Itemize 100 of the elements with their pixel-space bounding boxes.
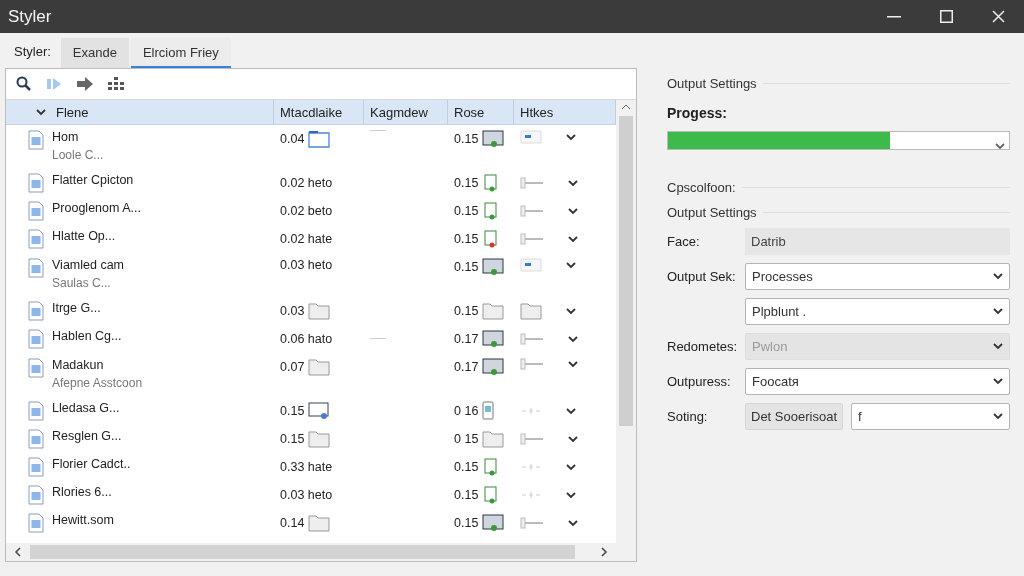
dots-icon xyxy=(520,491,542,499)
field-label: Face: xyxy=(667,234,701,249)
folder-icon xyxy=(308,514,331,532)
table-cell: 0.02 heto xyxy=(280,176,333,190)
file-name[interactable]: Lledasa G... xyxy=(52,401,120,415)
text-field[interactable]: Datrib xyxy=(745,228,1010,255)
scroll-right-icon[interactable] xyxy=(600,547,608,557)
monitor-icon xyxy=(308,402,331,420)
dropdown-field[interactable]: Processes xyxy=(745,263,1010,290)
row-expand-icon xyxy=(566,133,576,141)
slider-icon xyxy=(520,177,544,189)
row-expand-icon xyxy=(568,335,578,343)
column-header[interactable]: Mtacdlaike xyxy=(274,100,364,124)
table-cell: 0.02 hate xyxy=(280,232,333,246)
chevron-down-icon xyxy=(993,378,1003,385)
row-expand-icon xyxy=(568,360,578,368)
file-name[interactable]: Prooglenom A... xyxy=(52,201,141,215)
row-expand-icon xyxy=(566,307,576,315)
column-header[interactable]: Flene xyxy=(6,100,274,124)
grid-icon[interactable] xyxy=(108,77,124,91)
file-subtitle: Loole C... xyxy=(52,148,104,162)
chevron-down-icon xyxy=(993,413,1003,420)
field-label: Redometes: xyxy=(667,339,739,354)
field-label: Outpuress: xyxy=(667,374,732,389)
file-name[interactable]: Madakun xyxy=(52,358,143,372)
table-cell: 0 15 xyxy=(454,432,479,446)
table-cell: 0.06 hato xyxy=(280,332,333,346)
column-header[interactable]: Rose xyxy=(448,100,514,124)
minimize-icon xyxy=(887,15,901,18)
file-name[interactable]: Resglen G... xyxy=(52,429,122,443)
file-name[interactable]: Itrge G... xyxy=(52,301,101,315)
document-icon xyxy=(482,486,499,504)
column-header[interactable]: Kagmdew xyxy=(364,100,448,124)
folder-icon xyxy=(520,302,542,320)
row-expand-icon xyxy=(566,491,576,499)
file-name[interactable]: Florier Cadct.. xyxy=(52,457,131,471)
file-name[interactable]: Hlatte Op... xyxy=(52,229,116,243)
document-icon xyxy=(28,130,44,150)
chevron-down-icon xyxy=(993,273,1003,280)
file-name[interactable]: Viamled cam xyxy=(52,258,125,272)
section-heading: Output Settings xyxy=(667,76,757,91)
table-cell: 0.15 xyxy=(280,432,305,446)
dash-icon xyxy=(370,130,386,132)
table-cell: 0.17 xyxy=(454,360,479,374)
folder-icon xyxy=(308,302,331,320)
table-cell: 0.15 xyxy=(454,232,479,246)
scroll-up-icon[interactable] xyxy=(621,104,631,110)
slider-icon xyxy=(520,205,544,217)
window-title: Styler xyxy=(8,6,53,27)
dropdown-field[interactable]: Foocatя xyxy=(745,368,1010,395)
chevron-down-icon xyxy=(993,308,1003,315)
chevron-down-icon xyxy=(993,343,1003,350)
dropdown-field[interactable]: Plpblunt . xyxy=(745,298,1010,325)
monitor-icon xyxy=(482,130,505,148)
table-cell: 0.04 xyxy=(280,132,305,146)
slider-icon xyxy=(520,233,544,245)
document-icon xyxy=(28,258,44,278)
table-cell: 0.03 heto xyxy=(280,488,333,502)
row-expand-icon xyxy=(566,407,576,415)
table-cell: 0.15 xyxy=(454,304,479,318)
monitor-icon xyxy=(482,258,505,276)
card-icon xyxy=(520,258,542,272)
table-cell: 0.15 xyxy=(454,488,479,502)
monitor-icon xyxy=(482,330,505,348)
row-expand-icon xyxy=(566,261,576,269)
table-cell: 0.14 xyxy=(280,516,305,530)
table-cell: 0 16 xyxy=(454,404,479,418)
search-icon[interactable] xyxy=(16,76,32,92)
slider-icon xyxy=(520,333,544,345)
section-heading: Cpscolfoon: xyxy=(667,180,736,195)
table-cell: 0.17 xyxy=(454,332,479,346)
table-cell: 0.15 xyxy=(454,204,479,218)
tab[interactable]: Elrciom Friey xyxy=(130,38,231,68)
file-name[interactable]: Hewitt.som xyxy=(52,513,114,527)
scroll-left-icon[interactable] xyxy=(14,547,22,557)
progress-label: Progess: xyxy=(667,105,728,121)
row-expand-icon xyxy=(568,435,578,443)
horizontal-scrollbar[interactable] xyxy=(6,543,616,561)
tab[interactable]: Exande xyxy=(60,38,129,68)
file-name[interactable]: Flatter Cpicton xyxy=(52,173,134,187)
file-name[interactable]: Hablen Cg... xyxy=(52,329,122,343)
dropdown-field[interactable]: f xyxy=(851,403,1010,430)
vertical-scrollbar[interactable] xyxy=(616,100,636,561)
file-name[interactable]: Rlories 6... xyxy=(52,485,112,499)
file-name[interactable]: Hom xyxy=(52,130,104,144)
table-cell: 0.33 hate xyxy=(280,460,333,474)
document-icon xyxy=(28,401,44,421)
monitor-icon xyxy=(482,358,505,376)
folder-icon xyxy=(308,130,331,148)
table-cell: 0.15 xyxy=(454,176,479,190)
action-button[interactable]: Det Sooerisoat xyxy=(745,403,843,430)
close-icon xyxy=(991,10,1005,23)
arrow-right-icon[interactable] xyxy=(76,77,94,91)
chevron-down-icon xyxy=(995,143,1005,150)
document-icon xyxy=(28,485,44,505)
row-expand-icon xyxy=(568,519,578,527)
tabs-label: Styler: xyxy=(13,44,52,61)
table-cell: 0.15 xyxy=(454,132,479,146)
table-cell: 0.07 xyxy=(280,360,305,374)
document-icon xyxy=(482,174,499,192)
